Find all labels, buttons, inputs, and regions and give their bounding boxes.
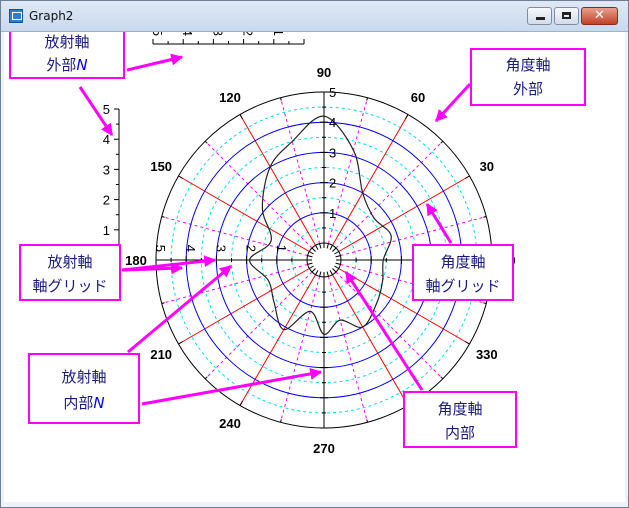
- radial-tick-label-outer-horizontal: 5: [150, 32, 165, 36]
- graph-window: Graph2 ✕ 0306090120150180210240270300330…: [0, 0, 629, 508]
- graph-canvas[interactable]: 0306090120150180210240270300330111122223…: [4, 32, 625, 502]
- angle-tick-label: 60: [411, 90, 425, 105]
- outer-angular-tick: [464, 175, 470, 179]
- callout-angular-outer-line2: 外部: [513, 80, 543, 98]
- radial-tick-label-inner: 3: [329, 145, 336, 160]
- callout-arrows: [78, 53, 472, 406]
- major-grid-spoke: [178, 175, 310, 252]
- radial-tick-label-inner: 4: [329, 115, 336, 130]
- axis-ticks: [114, 39, 493, 429]
- arrow-angular-inner: [344, 270, 424, 391]
- outer-angular-tick: [204, 376, 208, 380]
- radial-tick-label-inner-horizontal: 4: [183, 245, 198, 252]
- outer-angular-tick: [161, 302, 165, 304]
- angle-tick-label: 240: [219, 416, 241, 431]
- outer-angular-tick: [464, 341, 470, 345]
- radial-tick-label-outer-vertical: 1: [103, 223, 110, 238]
- radial-tick-label-inner-horizontal: 3: [213, 245, 228, 252]
- callout-radial-outer-line2: 外部N: [46, 56, 87, 74]
- angle-tick-label: 120: [219, 90, 241, 105]
- major-grid-spoke: [239, 114, 316, 246]
- outer-angular-tick: [483, 302, 487, 304]
- outer-angular-tick: [204, 140, 208, 144]
- angle-tick-label: 180: [125, 253, 147, 268]
- window-title: Graph2: [29, 9, 74, 23]
- callout-radial-grid: 放射軸 軸グリッド: [19, 244, 121, 301]
- callout-angular-outer: 角度軸 外部: [470, 48, 586, 106]
- radial-tick-label-outer-vertical: 3: [103, 162, 110, 177]
- maximize-button[interactable]: [554, 7, 579, 25]
- arrow-radial-outer-1: [126, 53, 184, 72]
- outer-angular-tick: [440, 140, 444, 144]
- radial-tick-label-outer-horizontal: 2: [241, 32, 256, 36]
- arrow-radial-inner-1: [127, 264, 232, 354]
- radial-tick-label-inner-horizontal: 2: [244, 245, 259, 252]
- angle-tick-label: 210: [150, 347, 172, 362]
- outer-angular-tick: [280, 419, 282, 423]
- major-grid-spoke: [178, 268, 310, 345]
- radial-tick-label-outer-horizontal: 4: [180, 32, 195, 36]
- outer-angular-tick: [366, 97, 368, 101]
- close-icon: ✕: [594, 8, 605, 23]
- radial-tick-label-inner-horizontal: 5: [153, 245, 168, 252]
- polar-axes: [118, 43, 493, 429]
- outer-angular-tick: [161, 216, 165, 218]
- radial-tick-label-inner: 5: [329, 85, 336, 100]
- angle-tick-label: 150: [150, 159, 172, 174]
- graph-app-icon: [9, 9, 23, 23]
- radial-tick-label-outer-horizontal: 1: [271, 32, 286, 36]
- callout-radial-outer-line1: 放射軸: [44, 33, 89, 51]
- title-bar[interactable]: Graph2 ✕: [1, 1, 628, 32]
- callout-angular-outer-line1: 角度軸: [505, 56, 550, 74]
- arrow-angular-grid: [425, 202, 453, 244]
- outer-angular-tick: [440, 376, 444, 380]
- outer-angular-tick: [239, 400, 243, 406]
- callout-radial-grid-line2: 軸グリッド: [32, 277, 107, 295]
- callout-angular-inner-line1: 角度軸: [437, 400, 482, 418]
- callout-radial-inner-line2: 内部N: [63, 394, 104, 412]
- radial-tick-label-outer-vertical: 4: [103, 132, 110, 147]
- callout-radial-inner-box: [28, 353, 140, 424]
- callout-angular-grid: 角度軸 軸グリッド: [412, 244, 514, 301]
- outer-angular-tick: [366, 419, 368, 423]
- outer-angular-tick: [178, 341, 184, 345]
- callout-angular-inner: 角度軸 内部: [403, 391, 517, 448]
- minimize-button[interactable]: [527, 7, 552, 25]
- arrow-radial-inner-2: [141, 367, 323, 406]
- arrow-angular-outer: [434, 82, 472, 123]
- callout-radial-inner-line1: 放射軸: [61, 368, 106, 386]
- outer-angular-tick: [483, 216, 487, 218]
- callout-radial-grid-line1: 放射軸: [47, 253, 92, 271]
- callout-radial-outer: 放射軸 外部N: [9, 32, 125, 79]
- minimize-icon: [536, 17, 545, 20]
- callout-angular-grid-line2: 軸グリッド: [425, 277, 500, 295]
- maximize-icon: [562, 12, 571, 19]
- radial-tick-label-outer-horizontal: 3: [210, 32, 225, 36]
- callout-angular-grid-line1: 角度軸: [440, 253, 485, 271]
- outer-angular-tick: [239, 114, 243, 120]
- radial-tick-label-outer-vertical: 2: [103, 193, 110, 208]
- outer-angular-tick: [280, 97, 282, 101]
- radial-tick-label-inner: 2: [329, 176, 336, 191]
- radial-tick-label-inner-horizontal: 1: [274, 245, 289, 252]
- close-button[interactable]: ✕: [581, 7, 618, 25]
- callout-radial-inner: 放射軸 内部N: [28, 353, 140, 424]
- radial-tick-label-inner: 1: [329, 206, 336, 221]
- polar-plot[interactable]: 0306090120150180210240270300330111122223…: [4, 32, 625, 502]
- outer-angular-tick: [178, 175, 184, 179]
- angle-tick-label: 30: [480, 159, 494, 174]
- angle-tick-label: 90: [317, 65, 331, 80]
- major-grid-spoke: [332, 274, 409, 406]
- callout-angular-inner-line2: 内部: [445, 424, 475, 442]
- angle-tick-label: 270: [313, 441, 335, 456]
- angle-tick-label: 330: [476, 347, 498, 362]
- radial-tick-label-outer-vertical: 5: [103, 102, 110, 117]
- outer-angular-tick: [405, 114, 409, 120]
